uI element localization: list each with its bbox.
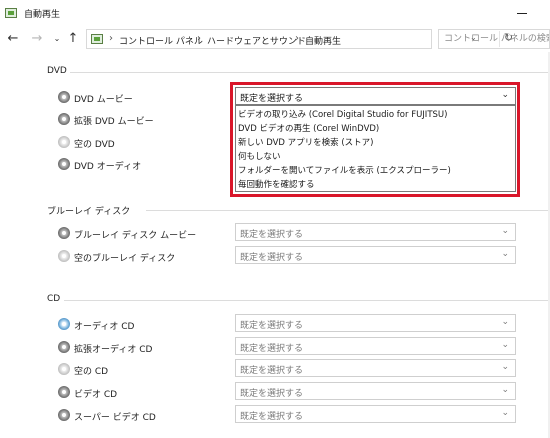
dvd-disc-icon [58, 158, 70, 170]
blank-bluray-select[interactable]: 既定を選択する ⌄ [235, 246, 516, 264]
super-video-cd-select[interactable]: 既定を選択する ⌄ [235, 405, 516, 423]
chevron-down-icon: ⌄ [501, 317, 509, 327]
chevron-down-icon: ⌄ [501, 249, 509, 259]
forward-button[interactable]: → [28, 29, 46, 49]
label-bluray-movie: ブルーレイ ディスク ムービー [74, 231, 197, 241]
label-blank-bluray: 空のブルーレイ ディスク [74, 254, 176, 264]
label-blank-cd: 空の CD [74, 367, 109, 377]
chevron-down-icon: ⌄ [501, 226, 509, 236]
search-field[interactable] [438, 29, 550, 49]
label-blank-dvd: 空の DVD [74, 140, 115, 150]
minimize-icon [517, 13, 527, 14]
label-dvd-audio: DVD オーディオ [74, 162, 142, 172]
select-value: 既定を選択する [240, 253, 304, 263]
blank-disc-icon [58, 136, 70, 148]
dropdown-option[interactable]: DVD ビデオの再生 (Corel WinDVD) [238, 122, 379, 134]
dropdown-option[interactable]: 毎回動作を確認する [238, 178, 315, 190]
chevron-right-icon[interactable]: › [197, 33, 201, 44]
section-divider [64, 300, 550, 301]
back-button[interactable]: ← [4, 29, 22, 49]
chevron-right-icon[interactable]: › [109, 33, 113, 44]
label-video-cd: ビデオ CD [74, 390, 118, 400]
audio-cd-select[interactable]: 既定を選択する ⌄ [235, 314, 516, 332]
select-value: 既定を選択する [240, 230, 304, 240]
label-enhanced-dvd-movie: 拡張 DVD ムービー [74, 117, 154, 127]
chevron-down-icon: ⌄ [501, 90, 509, 100]
arrow-up-icon: ↑ [67, 31, 79, 46]
select-value: 既定を選択する [240, 321, 304, 331]
blank-disc-icon [58, 363, 70, 375]
label-audio-cd: オーディオ CD [74, 322, 135, 332]
window-title: 自動再生 [24, 10, 61, 20]
section-divider [146, 210, 550, 211]
select-value: 既定を選択する [240, 412, 304, 422]
select-value: 既定を選択する [240, 366, 304, 376]
search-input[interactable] [439, 30, 549, 48]
control-panel-icon [91, 34, 103, 44]
dropdown-option[interactable]: ビデオの取り込み (Corel Digital Studio for FUJIT… [238, 108, 447, 120]
up-button[interactable]: ↑ [64, 29, 82, 49]
chevron-down-icon: ⌄ [501, 340, 509, 350]
navigation-bar: ← → ⌄ ↑ › コントロール パネル › ハードウェアとサウンド › 自動再… [0, 26, 550, 52]
arrow-right-icon: → [31, 31, 43, 46]
dvd-disc-icon [58, 113, 70, 125]
select-value: 既定を選択する [240, 389, 304, 399]
video-cd-select[interactable]: 既定を選択する ⌄ [235, 382, 516, 400]
select-value: 既定を選択する [240, 344, 304, 354]
dvd-disc-icon [58, 91, 70, 103]
chevron-down-icon: ⌄ [501, 408, 509, 418]
select-value: 既定を選択する [240, 94, 304, 104]
chevron-right-icon[interactable]: › [295, 33, 299, 44]
chevron-down-icon: ⌄ [501, 362, 509, 372]
audio-cd-icon [58, 318, 70, 330]
blank-disc-icon [58, 250, 70, 262]
breadcrumb-control-panel[interactable]: コントロール パネル [119, 34, 203, 47]
section-header-cd: CD [47, 294, 61, 304]
arrow-left-icon: ← [7, 31, 19, 46]
title-bar: 自動再生 [0, 0, 550, 26]
breadcrumb-autoplay[interactable]: 自動再生 [305, 34, 341, 47]
label-super-video-cd: スーパー ビデオ CD [74, 413, 156, 423]
dvd-movie-dropdown-list: ビデオの取り込み (Corel Digital Studio for FUJIT… [235, 105, 516, 192]
dvd-disc-icon [58, 409, 70, 421]
label-dvd-movie: DVD ムービー [74, 95, 133, 105]
section-header-dvd: DVD [47, 66, 67, 76]
dropdown-option[interactable]: フォルダーを開いてファイルを表示 (エクスプローラー) [238, 164, 451, 176]
dropdown-option[interactable]: 何もしない [238, 150, 281, 162]
minimize-button[interactable] [508, 3, 536, 21]
section-header-bluray: ブルーレイ ディスク [47, 207, 131, 217]
bluray-movie-select[interactable]: 既定を選択する ⌄ [235, 223, 516, 241]
dropdown-option[interactable]: 新しい DVD アプリを検索 (ストア) [238, 136, 374, 148]
breadcrumb-hardware-sound[interactable]: ハードウェアとサウンド [207, 34, 306, 47]
address-bar[interactable]: › コントロール パネル › ハードウェアとサウンド › 自動再生 ⌄ ↻ [86, 29, 513, 49]
label-enhanced-audio-cd: 拡張オーディオ CD [74, 345, 153, 355]
dvd-disc-icon [58, 341, 70, 353]
autoplay-app-icon [5, 8, 17, 18]
dvd-disc-icon [58, 227, 70, 239]
dvd-disc-icon [58, 386, 70, 398]
section-divider [70, 72, 550, 73]
dvd-movie-select[interactable]: 既定を選択する ⌄ [235, 87, 516, 105]
enhanced-audio-cd-select[interactable]: 既定を選択する ⌄ [235, 337, 516, 355]
chevron-down-icon: ⌄ [53, 34, 61, 43]
chevron-down-icon: ⌄ [501, 385, 509, 395]
blank-cd-select[interactable]: 既定を選択する ⌄ [235, 359, 516, 377]
